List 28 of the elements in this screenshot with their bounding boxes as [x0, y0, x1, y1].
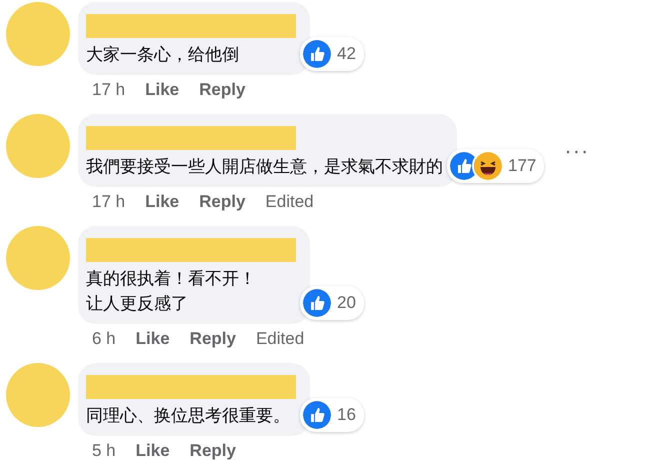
comment-text: 我們要接受一些人開店做生意，是求氣不求財的 — [86, 156, 443, 178]
reaction-badge[interactable]: 177 — [447, 149, 544, 183]
timestamp[interactable]: 6 h — [92, 329, 116, 349]
reaction-badge[interactable]: 20 — [300, 286, 364, 320]
edited-label: Edited — [256, 329, 304, 349]
edited-label: Edited — [265, 192, 314, 212]
action-link[interactable]: Like — [145, 192, 180, 212]
comment-text: 真的很执着！看不开！ — [86, 268, 257, 290]
reaction-badge[interactable]: 42 — [300, 37, 364, 71]
action-link[interactable]: Like — [136, 329, 170, 349]
action-link[interactable]: Like — [145, 80, 180, 100]
thumbs-up-icon — [301, 399, 333, 431]
comment-text: 同理心、换位思考很重要。 — [86, 405, 291, 427]
action-link[interactable]: Reply — [199, 192, 246, 212]
action-link[interactable]: Reply — [199, 80, 246, 100]
thumbs-up-icon — [301, 38, 333, 70]
timestamp[interactable]: 5 h — [92, 441, 116, 461]
action-link[interactable]: Reply — [190, 329, 236, 349]
reaction-badge[interactable]: 16 — [300, 398, 364, 432]
comment-text: 大家一条心，给他倒 — [86, 44, 240, 66]
more-options-button[interactable]: ··· — [544, 138, 590, 164]
timestamp[interactable]: 17 h — [92, 80, 126, 100]
thumbs-up-icon — [301, 287, 333, 319]
action-link[interactable]: Reply — [190, 441, 236, 461]
action-link[interactable]: Like — [136, 441, 170, 461]
laughing-face-icon — [472, 150, 504, 182]
comment-text: 让人更反感了 — [86, 293, 189, 315]
timestamp[interactable]: 17 h — [92, 192, 126, 212]
